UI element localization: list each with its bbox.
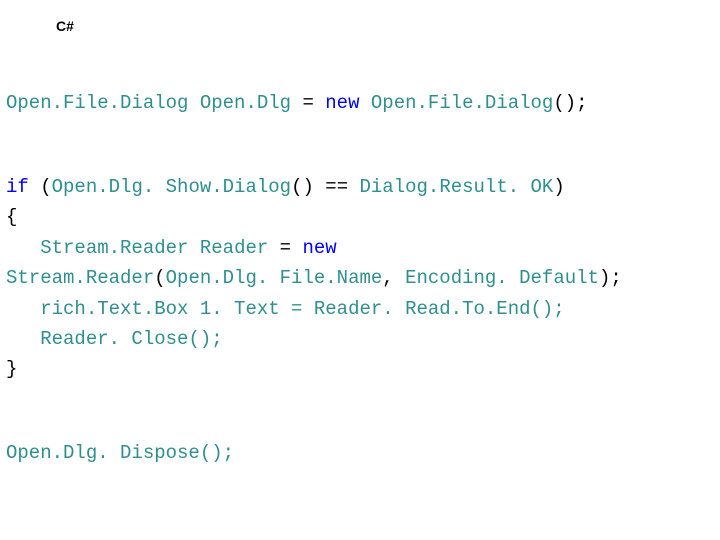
code-token: Open.File.Dialog [6,92,188,114]
slide: C# Open.File.Dialog Open.Dlg = new Open.… [0,0,720,540]
code-token: Open.File.Dialog [371,92,553,114]
language-label: C# [56,18,74,34]
code-token: Reader. Close(); [40,328,222,350]
code-token: ( [29,176,52,198]
code-token: Encoding. Default [405,267,599,289]
indent [6,298,40,320]
keyword-new: new [325,92,359,114]
code-token: (); [553,92,587,114]
code-token: ) [553,176,564,198]
code-token: Stream.Reader [40,237,188,259]
code-token: () [291,176,314,198]
indent [6,237,40,259]
blank-line [6,119,714,142]
blank-line [6,385,714,408]
code-token [188,92,199,114]
code-block: Open.File.Dialog Open.Dlg = new Open.Fil… [6,58,714,468]
code-token: Open.Dlg. Show.Dialog [52,176,291,198]
code-token: = [268,237,302,259]
code-token: ); [599,267,622,289]
keyword-new: new [303,237,337,259]
code-token: , [382,267,405,289]
code-token: Reader [200,237,268,259]
code-token: = [291,92,325,114]
code-token: ( [154,267,165,289]
code-token: rich.Text.Box 1. Text = Reader. Read.To.… [40,298,565,320]
indent [6,328,40,350]
code-token [360,92,371,114]
brace-close: } [6,358,17,380]
brace-open: { [6,206,17,228]
code-token: == [314,176,360,198]
code-token: Dialog.Result. OK [360,176,554,198]
code-token: Open.Dlg [200,92,291,114]
code-token: Open.Dlg. File.Name [166,267,383,289]
keyword-if: if [6,176,29,198]
code-token [188,237,199,259]
code-token: Stream.Reader [6,267,154,289]
code-token: Open.Dlg. Dispose(); [6,442,234,464]
